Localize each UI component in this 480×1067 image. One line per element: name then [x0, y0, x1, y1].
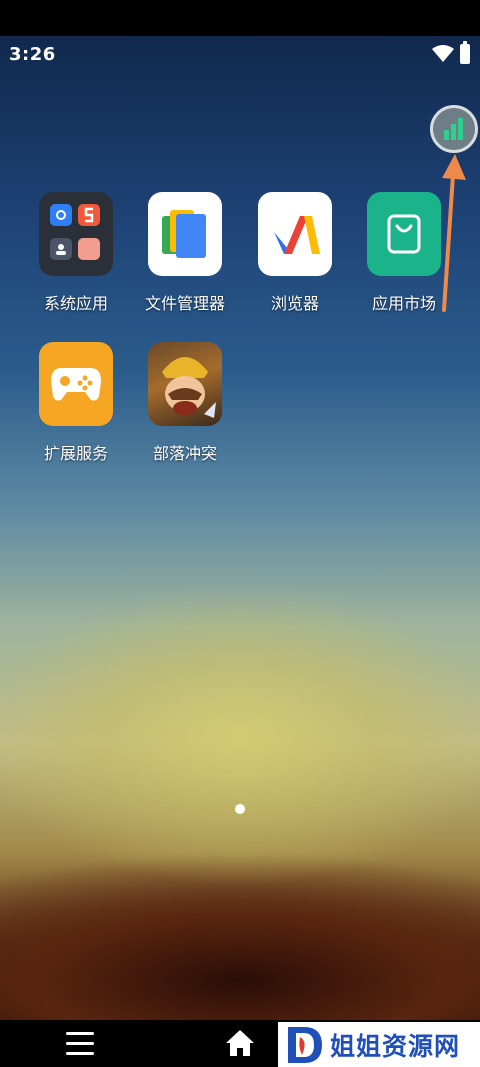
- watermark-text: 姐姐资源网: [330, 1031, 461, 1061]
- menu-icon[interactable]: [66, 1032, 94, 1056]
- wifi-icon: [432, 45, 454, 62]
- bar-chart-icon: [444, 118, 463, 140]
- wallpaper: [0, 36, 480, 1020]
- status-time: 3:26: [9, 44, 56, 65]
- page-indicator-dot[interactable]: [235, 804, 245, 814]
- app-label: 扩展服务: [43, 444, 108, 463]
- app-label: 文件管理器: [144, 294, 225, 313]
- app-extension-service[interactable]: 扩展服务: [21, 342, 131, 464]
- app-label: 系统应用: [43, 294, 108, 313]
- top-black-bar: [0, 0, 480, 36]
- watermark: 姐姐资源网: [278, 1022, 480, 1067]
- status-bar: 3:26: [0, 36, 480, 74]
- app-label: 部落冲突: [152, 444, 217, 463]
- clash-of-clans-icon: [148, 342, 222, 426]
- app-clash-of-clans[interactable]: 部落冲突: [130, 342, 240, 464]
- floating-button[interactable]: [430, 105, 478, 153]
- app-browser[interactable]: 浏览器: [240, 192, 350, 314]
- app-app-market[interactable]: 应用市场: [349, 192, 459, 314]
- files-icon: [148, 192, 222, 276]
- app-system-apps[interactable]: 系统应用: [21, 192, 131, 314]
- browser-icon: [258, 192, 332, 276]
- app-file-manager[interactable]: 文件管理器: [130, 192, 240, 314]
- watermark-logo-icon: [288, 1026, 322, 1063]
- battery-icon: [460, 41, 470, 64]
- folder-icon: [39, 192, 113, 276]
- home-icon[interactable]: [224, 1028, 256, 1058]
- gamepad-icon: [39, 342, 113, 426]
- app-market-icon: [367, 192, 441, 276]
- app-label: 浏览器: [270, 294, 319, 313]
- app-label: 应用市场: [371, 294, 436, 313]
